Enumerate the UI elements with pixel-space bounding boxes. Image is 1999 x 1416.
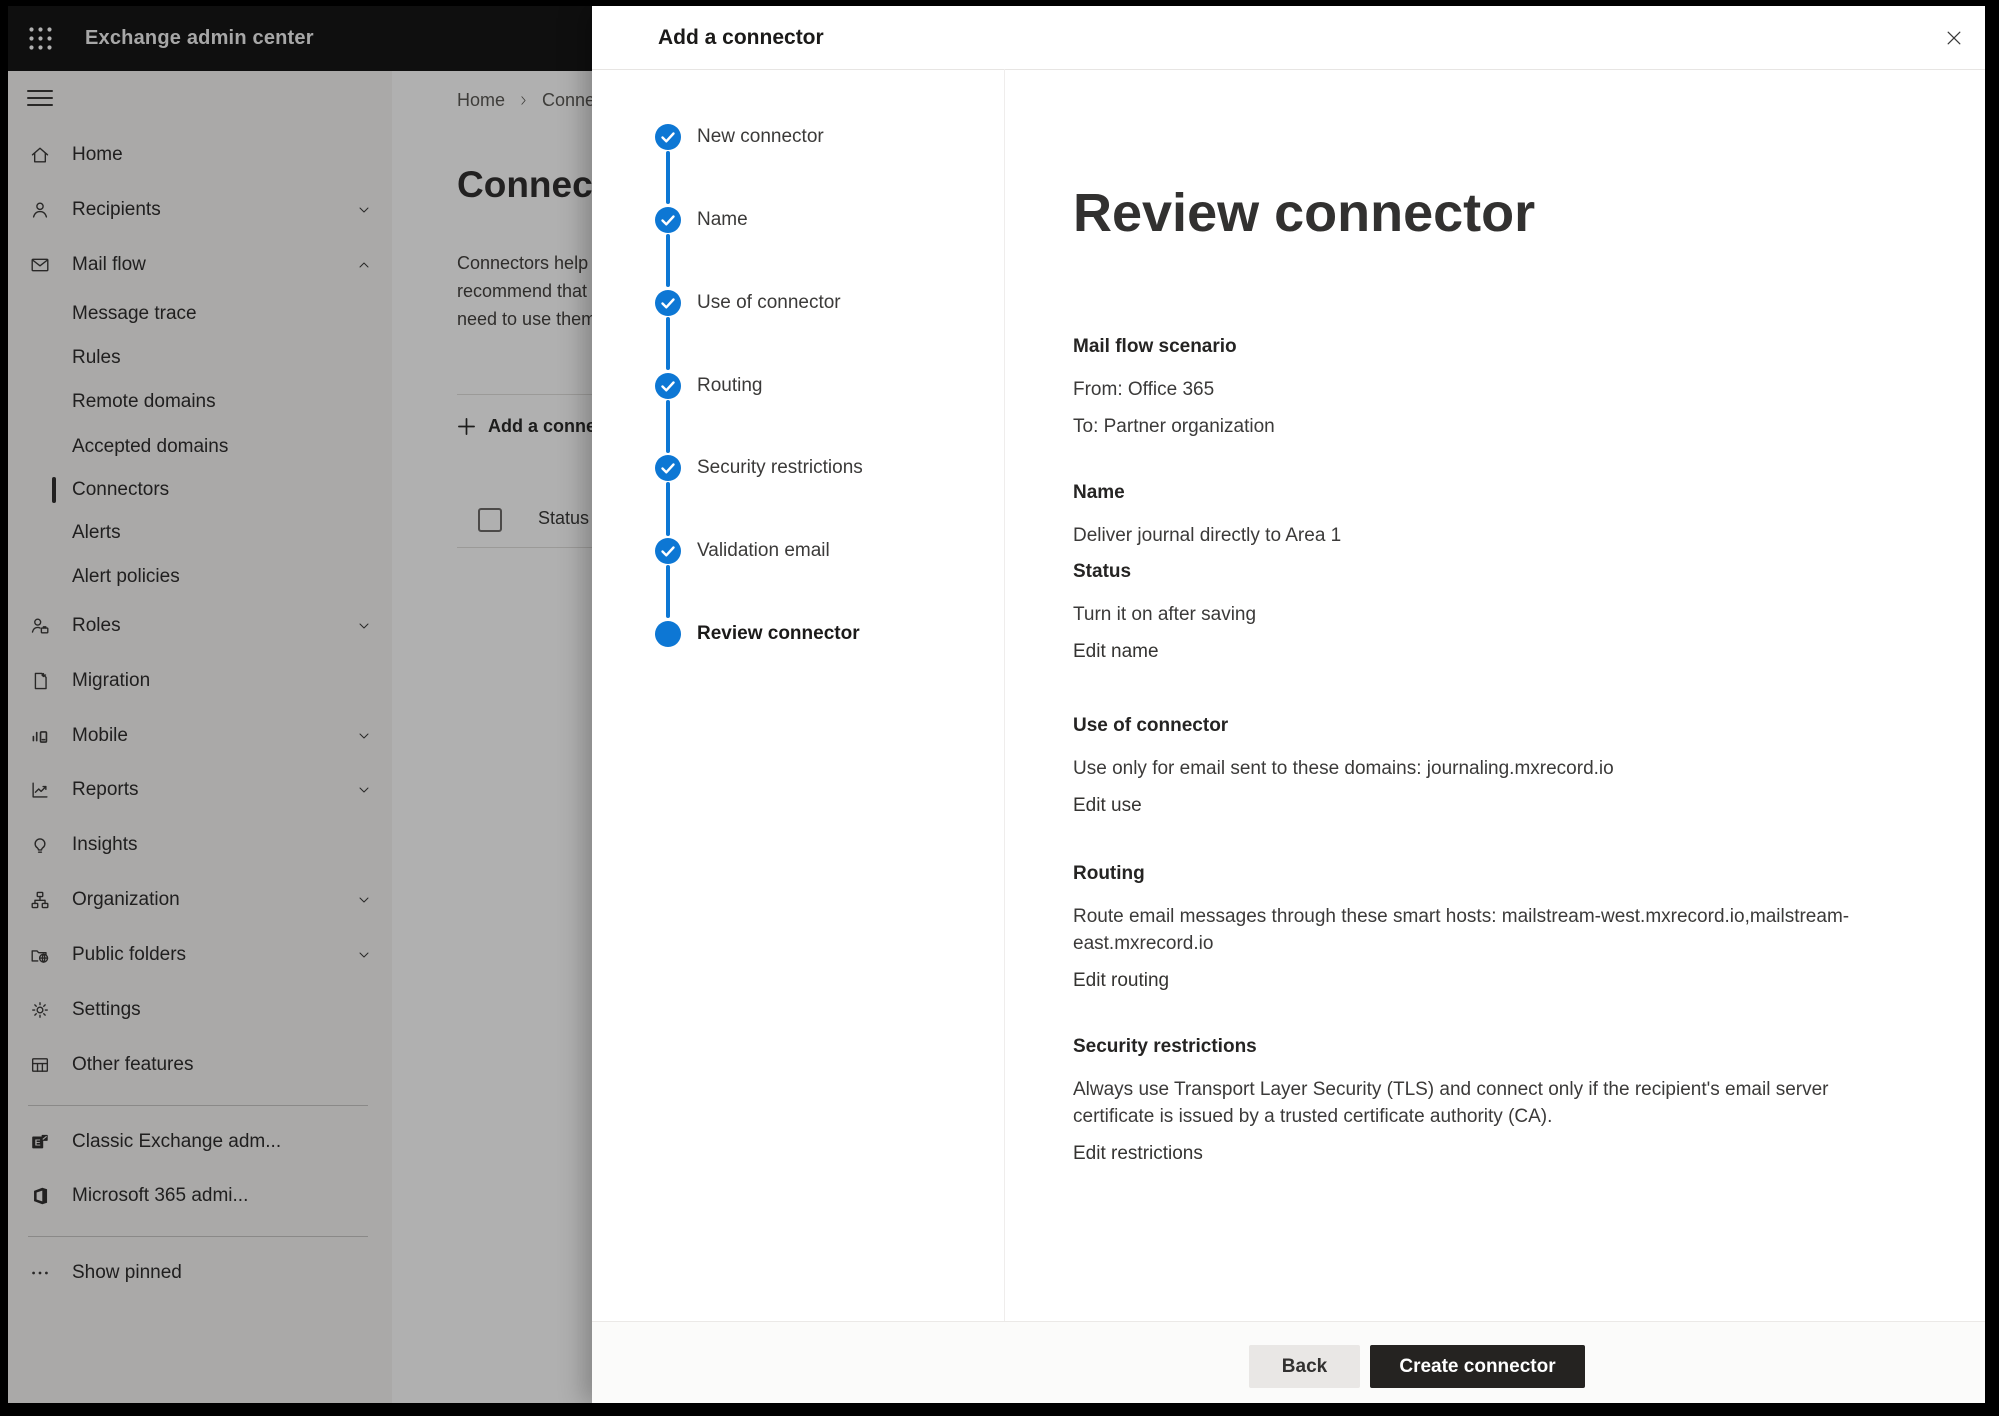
- section-header: Mail flow scenario: [1073, 334, 1857, 360]
- step-connector-line: [666, 400, 670, 453]
- use-value: Use only for email sent to these domains…: [1073, 755, 1857, 782]
- status-subheader: Status: [1073, 559, 1857, 585]
- exchange-admin-app: Exchange admin center Home Rec: [8, 6, 1985, 1403]
- wizard-divider: [1004, 69, 1005, 1322]
- add-connector-panel: Add a connector New connector: [592, 6, 1985, 1403]
- edit-name-link[interactable]: Edit name: [1073, 638, 1159, 665]
- step-complete-check-icon: [655, 373, 681, 399]
- section-header: Use of connector: [1073, 713, 1857, 739]
- step-connector-line: [666, 565, 670, 618]
- create-connector-button[interactable]: Create connector: [1370, 1345, 1585, 1388]
- review-heading: Review connector: [1073, 184, 1535, 242]
- step-connector-line: [666, 482, 670, 536]
- section-header: Routing: [1073, 861, 1857, 887]
- step-connector-line: [666, 317, 670, 370]
- connector-name-value: Deliver journal directly to Area 1: [1073, 522, 1857, 549]
- section-header: Name: [1073, 480, 1857, 506]
- step-complete-check-icon: [655, 538, 681, 564]
- security-value: Always use Transport Layer Security (TLS…: [1073, 1076, 1857, 1130]
- step-complete-check-icon: [655, 290, 681, 316]
- review-pane: Review connector Mail flow scenario From…: [1073, 6, 1985, 1322]
- section-use-of-connector: Use of connector Use only for email sent…: [1073, 713, 1857, 819]
- edit-use-link[interactable]: Edit use: [1073, 792, 1142, 819]
- step-current-dot-icon: [655, 621, 681, 647]
- section-mail-flow-scenario: Mail flow scenario From: Office 365 To: …: [1073, 334, 1857, 450]
- back-button[interactable]: Back: [1249, 1345, 1360, 1388]
- mailflow-to: To: Partner organization: [1073, 413, 1857, 440]
- edit-restrictions-link[interactable]: Edit restrictions: [1073, 1140, 1203, 1167]
- section-routing: Routing Route email messages through the…: [1073, 861, 1857, 994]
- step-connector-line: [666, 234, 670, 287]
- mailflow-from: From: Office 365: [1073, 376, 1857, 403]
- step-complete-check-icon: [655, 124, 681, 150]
- section-header: Security restrictions: [1073, 1034, 1857, 1060]
- edit-routing-link[interactable]: Edit routing: [1073, 967, 1169, 994]
- status-value: Turn it on after saving: [1073, 601, 1857, 628]
- step-connector-line: [666, 151, 670, 204]
- step-complete-check-icon: [655, 455, 681, 481]
- section-security-restrictions: Security restrictions Always use Transpo…: [1073, 1034, 1857, 1167]
- step-complete-check-icon: [655, 207, 681, 233]
- panel-footer: Back Create connector: [592, 1321, 1985, 1403]
- section-name: Name Deliver journal directly to Area 1 …: [1073, 480, 1857, 665]
- panel-title: Add a connector: [658, 6, 824, 69]
- screenshot-frame: Exchange admin center Home Rec: [0, 0, 1999, 1416]
- routing-value: Route email messages through these smart…: [1073, 903, 1857, 957]
